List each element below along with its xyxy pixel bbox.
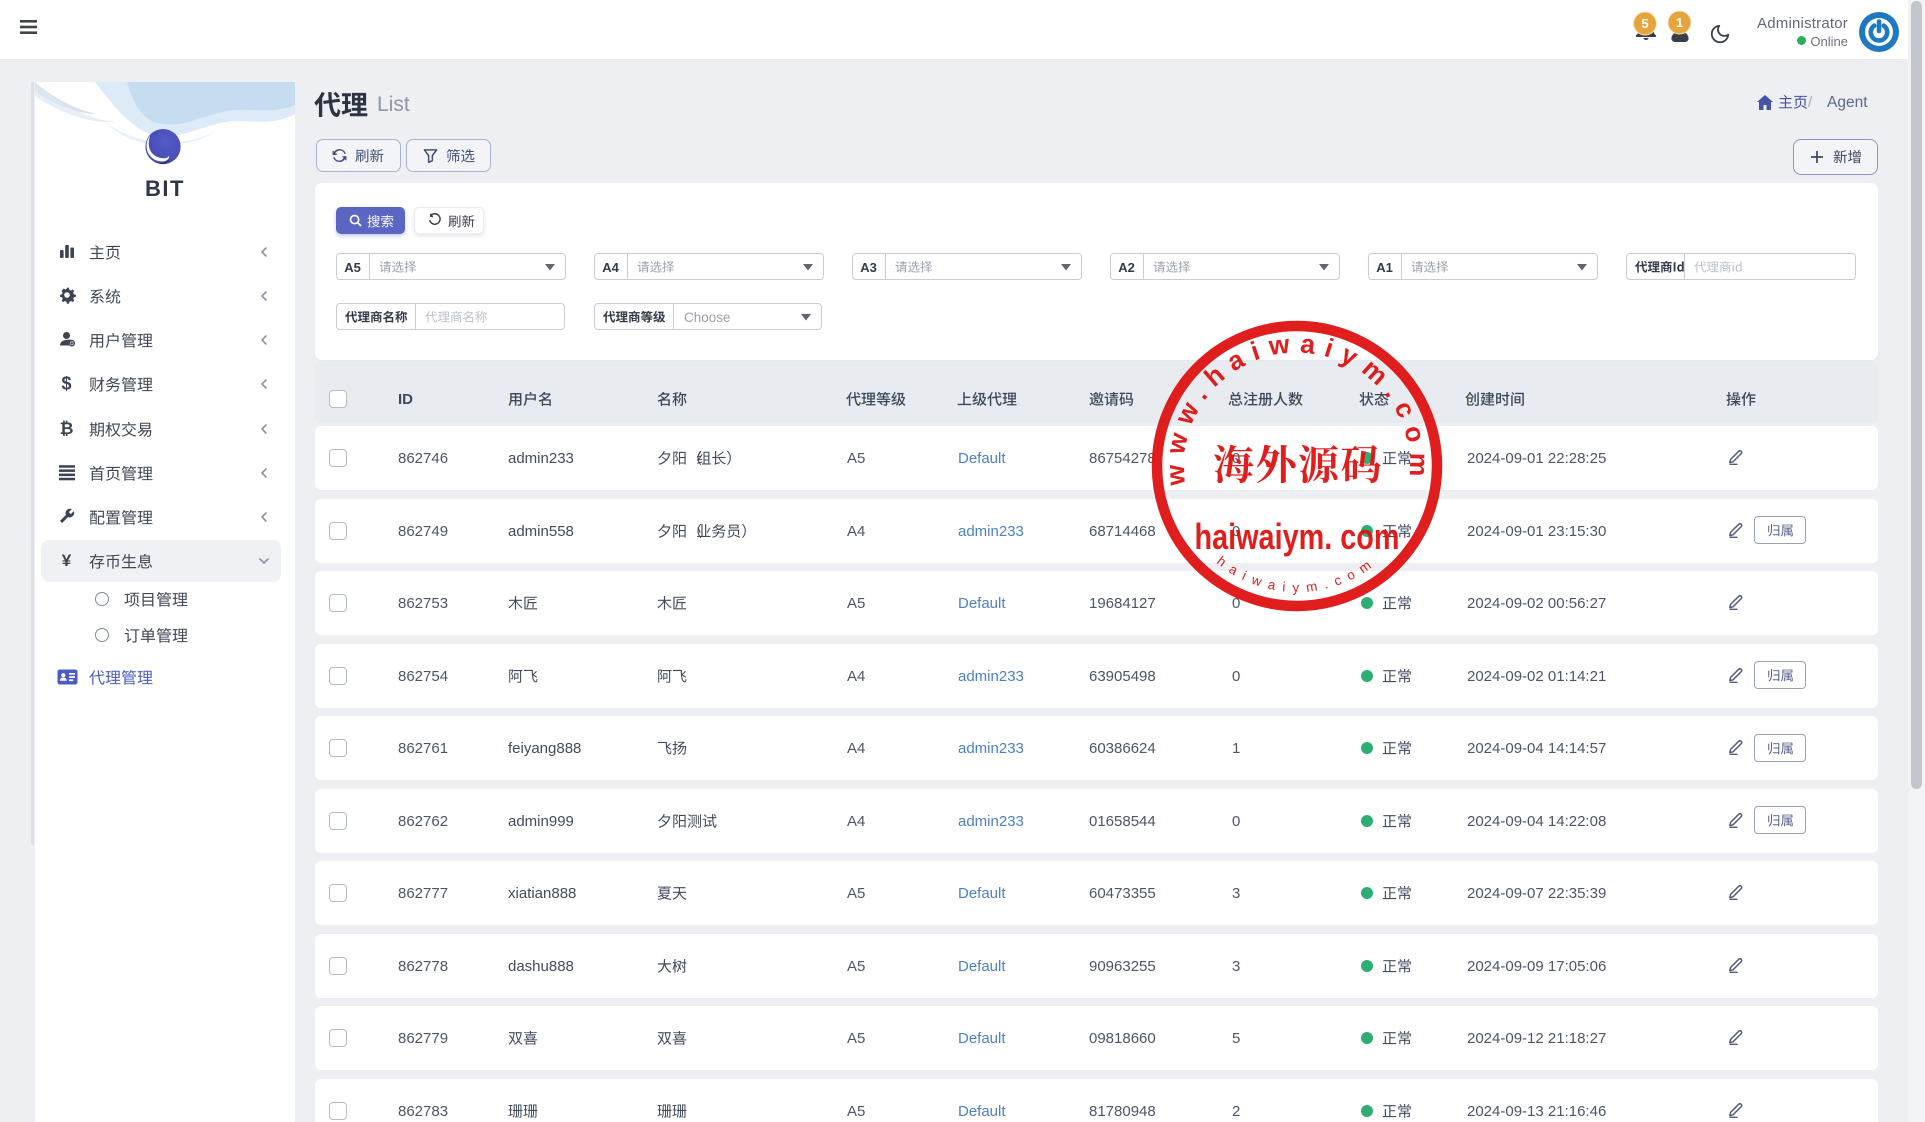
svg-text:¥: ¥ — [62, 551, 72, 570]
svg-text:$: $ — [61, 374, 71, 394]
svg-text:haiwaiym. com: haiwaiym. com — [1195, 516, 1400, 557]
svg-text:₿: ₿ — [60, 419, 74, 438]
